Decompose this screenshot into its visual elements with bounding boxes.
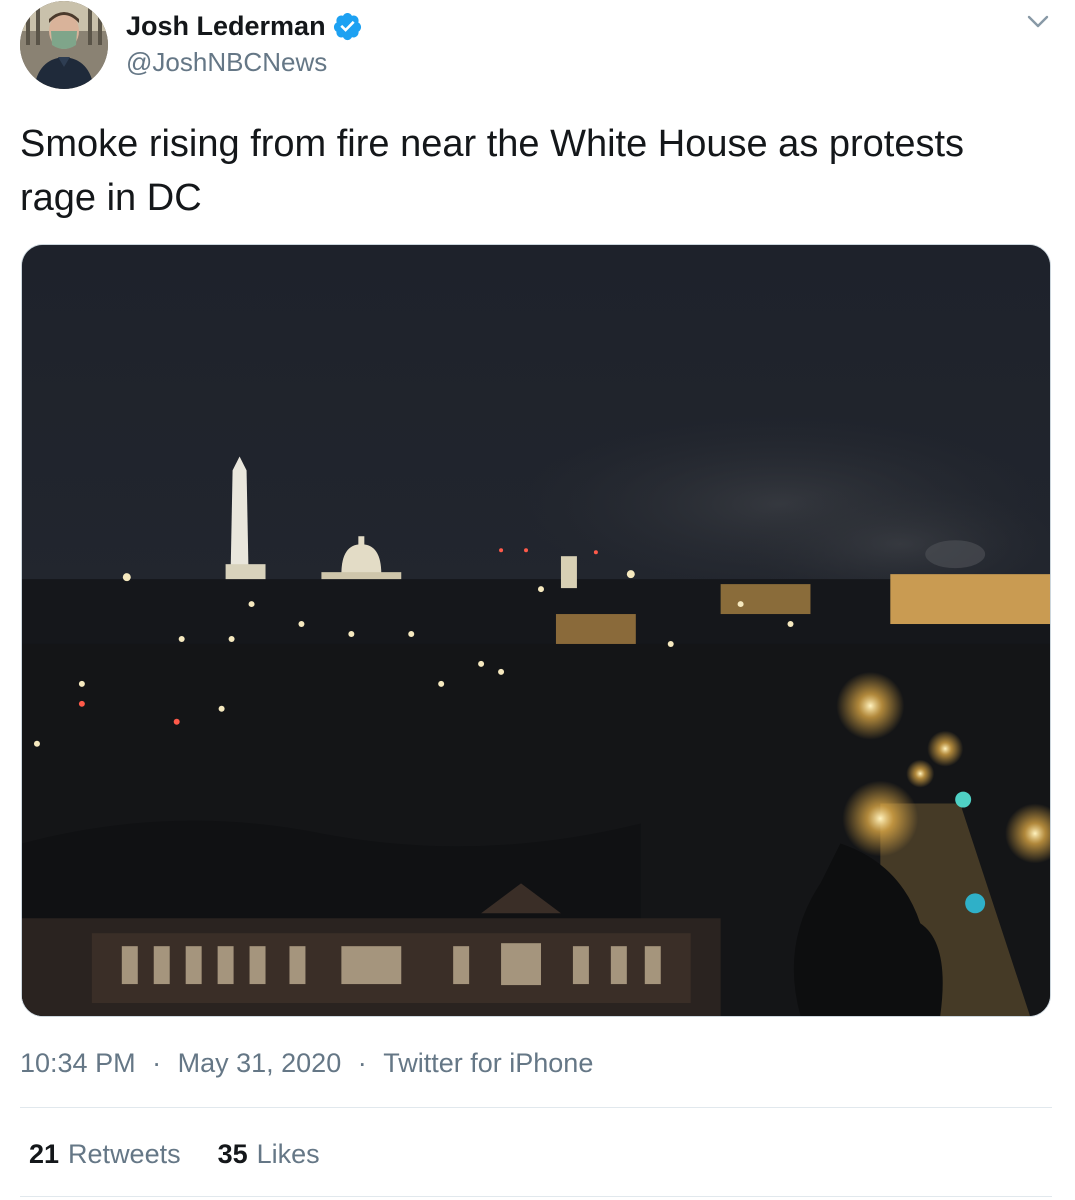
night-skyline-image bbox=[22, 245, 1050, 1016]
verified-badge-icon bbox=[332, 11, 363, 42]
tweet-text: Smoke rising from fire near the White Ho… bbox=[20, 123, 965, 219]
tweet-source[interactable]: Twitter for iPhone bbox=[383, 1046, 593, 1080]
divider bbox=[20, 1107, 1052, 1108]
tweet-time[interactable]: 10:34 PM bbox=[20, 1046, 136, 1080]
tweet: Josh Lederman @JoshNBCNews Smoke rising … bbox=[0, 0, 1075, 1200]
retweets-label: Retweets bbox=[68, 1139, 181, 1169]
engagement-stats: 21 Retweets 35 Likes bbox=[29, 1137, 357, 1171]
meta-separator: · bbox=[152, 1048, 162, 1078]
avatar[interactable] bbox=[20, 1, 108, 89]
likes-count: 35 bbox=[217, 1139, 248, 1169]
author-display-name[interactable]: Josh Lederman bbox=[126, 9, 326, 43]
chevron-down-icon[interactable] bbox=[1024, 10, 1052, 34]
author-handle[interactable]: @JoshNBCNews bbox=[126, 46, 327, 78]
tweet-photo[interactable] bbox=[21, 244, 1051, 1017]
retweets-stat[interactable]: 21 Retweets bbox=[29, 1137, 181, 1171]
meta-separator: · bbox=[357, 1048, 367, 1078]
retweets-count: 21 bbox=[29, 1139, 60, 1169]
author-name-row[interactable]: Josh Lederman bbox=[126, 9, 363, 43]
tweet-date[interactable]: May 31, 2020 bbox=[178, 1046, 342, 1080]
avatar-image bbox=[20, 1, 108, 89]
divider bbox=[20, 1196, 1052, 1197]
likes-label: Likes bbox=[256, 1139, 320, 1169]
likes-stat[interactable]: 35 Likes bbox=[218, 1137, 320, 1171]
tweet-meta: 10:34 PM · May 31, 2020 · Twitter for iP… bbox=[20, 1046, 593, 1080]
